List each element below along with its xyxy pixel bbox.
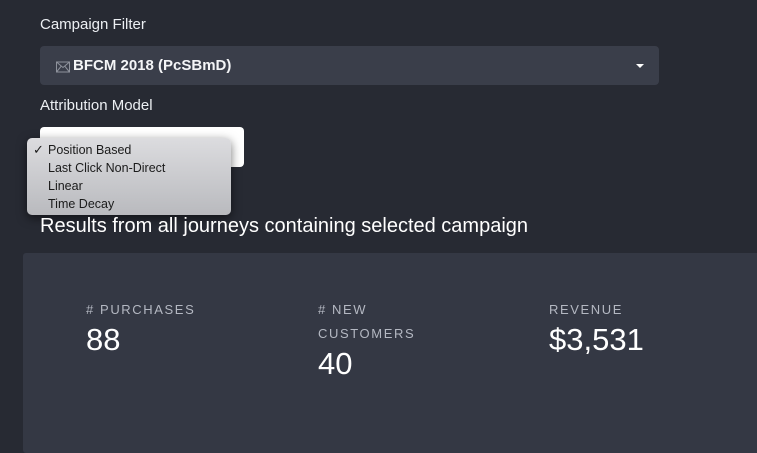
option-time-decay[interactable]: Time Decay [27,195,231,213]
campaign-filter-value: BFCM 2018 (PcSBmD) [73,57,232,74]
option-label: Time Decay [48,197,115,211]
new-customers-label-line2: CUSTOMERS [318,326,416,341]
results-heading: Results from all journeys containing sel… [40,215,529,237]
revenue-label: REVENUE [549,302,624,317]
attribution-model-label: Attribution Model [40,97,153,114]
new-customers-stat: # NEW CUSTOMERS 40 [318,298,415,382]
checkmark-icon: ✓ [33,142,44,157]
campaign-filter-label: Campaign Filter [40,16,146,33]
stats-panel: # PURCHASES 88 # NEW CUSTOMERS 40 REVENU… [23,253,757,453]
attribution-model-dropdown: ✓ Position Based Last Click Non-Direct L… [27,138,231,215]
purchases-label: # PURCHASES [86,302,196,317]
revenue-value: $3,531 [549,322,644,357]
option-last-click-non-direct[interactable]: Last Click Non-Direct [27,159,231,177]
option-label: Linear [48,179,83,193]
option-label: Position Based [48,143,132,157]
envelope-icon [56,60,70,73]
purchases-value: 88 [86,322,121,357]
option-position-based[interactable]: ✓ Position Based [27,141,231,159]
campaign-filter-select[interactable]: BFCM 2018 (PcSBmD) [40,46,659,85]
new-customers-value: 40 [318,346,353,381]
option-linear[interactable]: Linear [27,177,231,195]
purchases-stat: # PURCHASES 88 [86,298,195,358]
new-customers-label-line1: # NEW [318,302,368,317]
revenue-stat: REVENUE $3,531 [549,298,644,358]
option-label: Last Click Non-Direct [48,161,166,175]
chevron-down-icon [636,64,644,68]
